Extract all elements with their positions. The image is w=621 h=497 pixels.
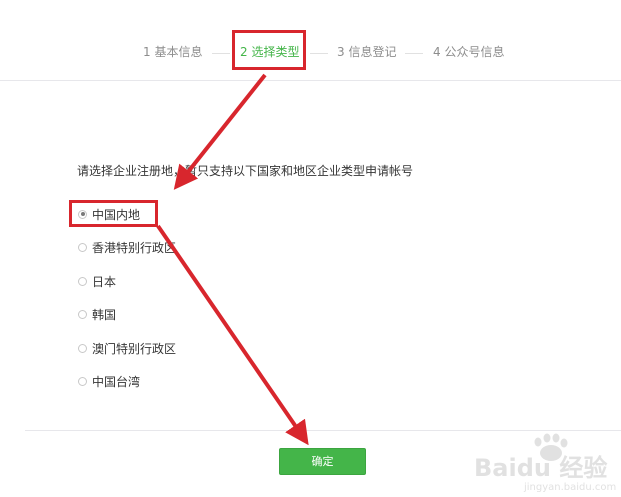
radio-label: 中国台湾	[92, 374, 141, 389]
radio-label: 香港特别行政区	[92, 240, 177, 255]
step-basic-info: 1 基本信息	[143, 45, 203, 59]
radio-option-japan[interactable]: 日本	[78, 272, 116, 290]
radio-label: 日本	[92, 274, 117, 289]
watermark-url: jingyan.baidu.com	[523, 482, 616, 493]
baidu-jingyan-watermark: Baidu 经验 jingyan.baidu.com	[472, 432, 620, 494]
step-info-registration: 3 信息登记	[337, 45, 397, 59]
active-step-highlight-box	[232, 30, 306, 70]
radio-option-taiwan[interactable]: 中国台湾	[78, 372, 140, 390]
radio-unchecked-icon[interactable]	[78, 276, 87, 286]
radio-unchecked-icon[interactable]	[78, 309, 87, 319]
selected-option-highlight-box	[69, 200, 158, 227]
radio-unchecked-icon[interactable]	[78, 376, 87, 386]
radio-option-korea[interactable]: 韩国	[78, 305, 116, 323]
step-account-info: 4 公众号信息	[433, 45, 505, 59]
footer-divider	[25, 430, 621, 431]
radio-label: 澳门特别行政区	[92, 341, 177, 356]
radio-unchecked-icon[interactable]	[78, 242, 87, 252]
radio-option-macau[interactable]: 澳门特别行政区	[78, 339, 176, 357]
step-divider	[310, 53, 328, 54]
step-divider	[212, 53, 230, 54]
radio-label: 韩国	[92, 307, 117, 322]
region-prompt: 请选择企业注册地，暂只支持以下国家和地区企业类型申请帐号	[77, 164, 414, 178]
confirm-button[interactable]: 确定	[279, 448, 366, 475]
baidu-paw-logo-icon: Baidu 经验 jingyan.baidu.com	[474, 433, 616, 493]
arrow-to-confirm-button	[156, 224, 309, 446]
step-indicator: 1 基本信息 2 选择类型 3 信息登记 4 公众号信息	[0, 0, 621, 81]
radio-unchecked-icon[interactable]	[78, 343, 87, 353]
watermark-brand: Baidu 经验	[474, 454, 607, 482]
step-divider	[405, 53, 423, 54]
radio-option-hongkong[interactable]: 香港特别行政区	[78, 238, 176, 256]
registration-page: 1 基本信息 2 选择类型 3 信息登记 4 公众号信息 请选择企业注册地，暂只…	[0, 0, 621, 497]
